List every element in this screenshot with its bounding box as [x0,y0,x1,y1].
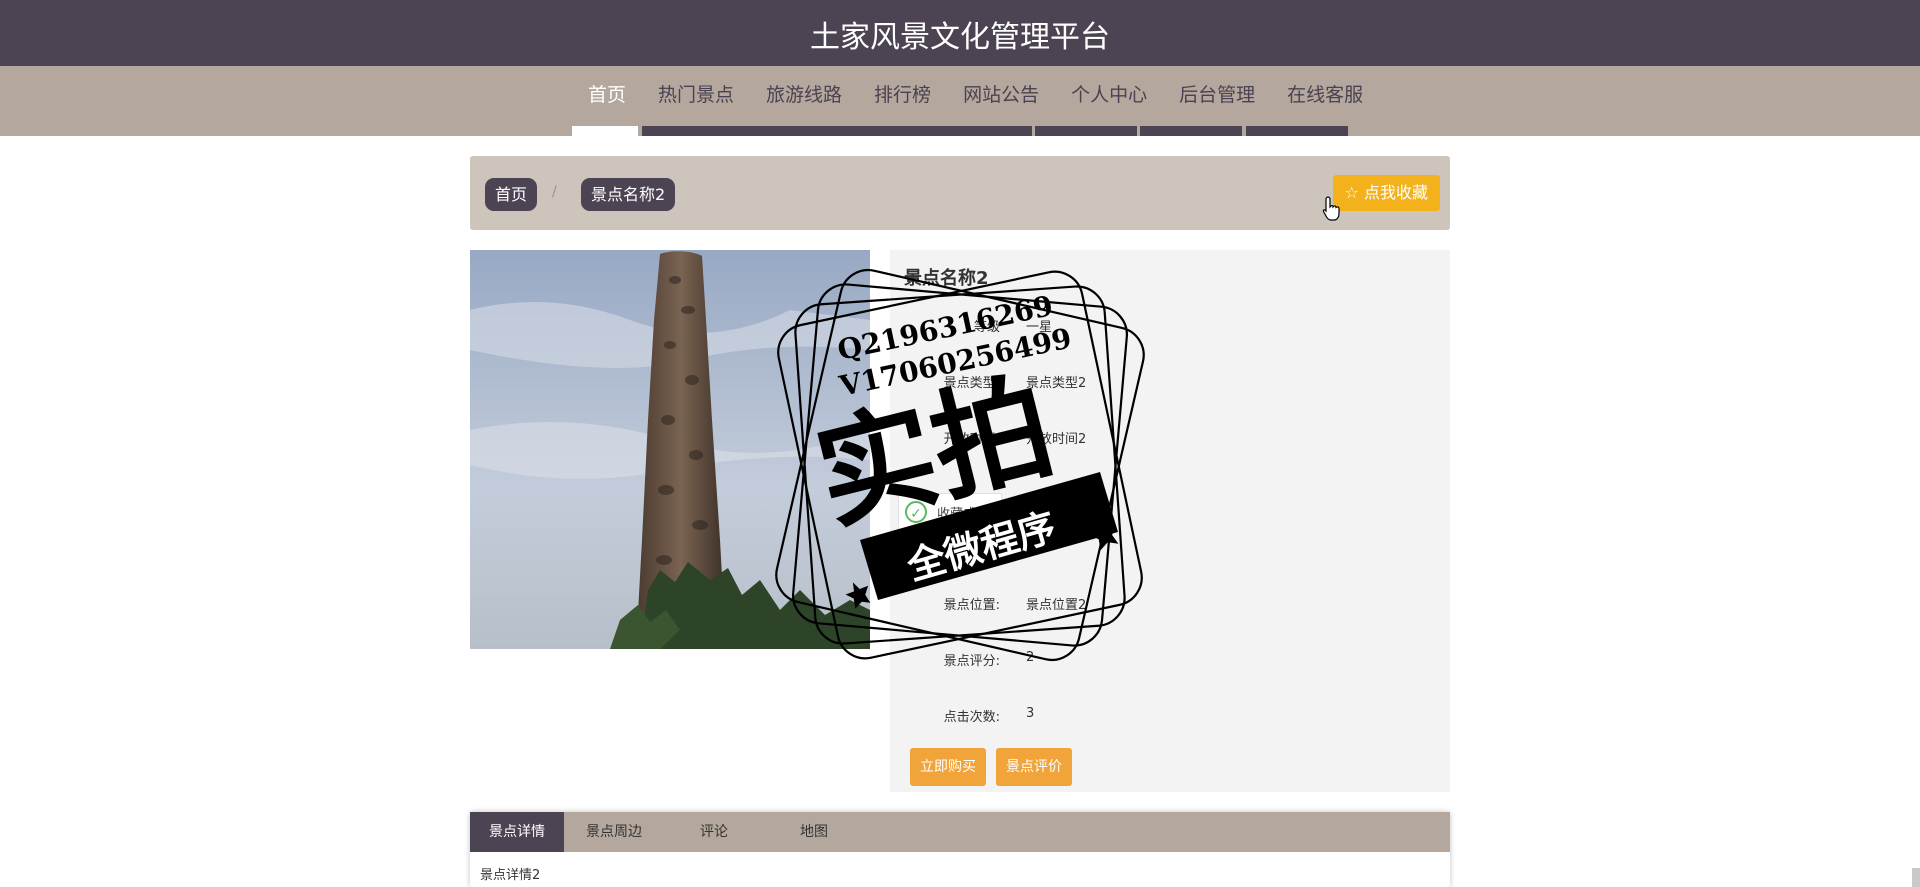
detail-label-type: 景点类型: [943,376,1000,391]
detail-tabs: 景点详情 景点周边 评论 地图 景点详情2 [470,812,1450,887]
detail-value-location: 景点位置2 [1026,598,1087,613]
detail-panel: 景点名称2 等级 一星 景点类型: 景点类型2 开放时间: 开放时间2 ✓ 收藏… [890,250,1450,792]
detail-label-clicks: 点击次数: [943,710,1000,725]
detail-value-rating: 2 [1026,650,1035,665]
nav-profile[interactable]: 个人中心 [1055,66,1163,124]
tab-surroundings[interactable]: 景点周边 [564,812,664,852]
toast-message: 收藏成功 [937,506,990,522]
hand-cursor-icon [1322,196,1340,221]
tab-map[interactable]: 地图 [764,812,864,852]
nav-hot-spots[interactable]: 热门景点 [642,66,750,124]
tab-bar: 景点详情 景点周边 评论 地图 [470,812,1450,852]
breadcrumb-current[interactable]: 景点名称2 [581,178,676,211]
buy-now-button[interactable]: 立即购买 [910,748,986,786]
review-button[interactable]: 景点评价 [996,748,1072,786]
star-outline-icon: ☆ [1344,183,1359,202]
nav-underline [1246,126,1348,136]
detail-label-level: 等级 [973,320,1000,335]
nav-underline [1140,126,1242,136]
detail-label-hours: 开放时间: [943,432,1000,447]
breadcrumb-home[interactable]: 首页 [485,178,538,211]
check-circle-icon: ✓ [905,501,927,523]
detail-value-level: 一星 [1026,320,1053,335]
tab-content: 景点详情2 [480,868,541,883]
tab-details[interactable]: 景点详情 [470,812,564,852]
nav-admin[interactable]: 后台管理 [1163,66,1271,124]
scenic-photo [470,250,870,649]
nav-notices[interactable]: 网站公告 [947,66,1055,124]
site-title: 土家风景文化管理平台 [810,20,1110,55]
detail-value-type: 景点类型2 [1026,376,1087,391]
favorite-button-label: 点我收藏 [1363,183,1428,202]
nav-support[interactable]: 在线客服 [1271,66,1379,124]
detail-title: 景点名称2 [904,268,989,289]
nav-underline [642,126,1032,136]
detail-value-clicks: 3 [1026,706,1035,721]
breadcrumb: 首页 / 景点名称2 ☆ 点我收藏 [470,156,1450,230]
success-toast: ✓ 收藏成功 [898,493,1003,531]
nav-ranking[interactable]: 排行榜 [858,66,947,124]
nav-home[interactable]: 首页 [572,66,642,124]
scrollbar-thumb[interactable] [1912,868,1920,887]
detail-label-location: 景点位置: [943,598,1000,613]
tab-comments[interactable]: 评论 [664,812,764,852]
nav-active-indicator [572,126,638,136]
breadcrumb-separator: / [552,184,557,200]
nav-underline [1035,126,1137,136]
detail-label-rating: 景点评分: [943,654,1000,669]
detail-value-hours: 开放时间2 [1026,432,1087,447]
nav-routes[interactable]: 旅游线路 [750,66,858,124]
favorite-button[interactable]: ☆ 点我收藏 [1332,175,1440,211]
site-header: 土家风景文化管理平台 [0,0,1920,66]
